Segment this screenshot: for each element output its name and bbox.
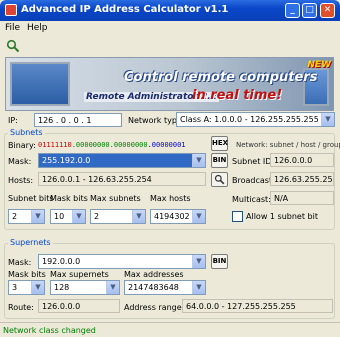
banner-new-badge: NEW (307, 60, 331, 70)
max-addresses-value: 2147483648 (128, 283, 179, 292)
address-range-field: 64.0.0.0 - 127.255.255.255 (182, 299, 333, 313)
status-bar: Network class changed (0, 322, 340, 337)
hex-button[interactable]: HEX (211, 136, 228, 151)
subnet-bits-value: 2 (12, 212, 18, 221)
supernet-mask-bits-label: Mask bits (8, 270, 46, 279)
allow-one-subnet-bit-label: Allow 1 subnet bit (246, 212, 318, 221)
mask-bits-label: Mask bits (50, 194, 88, 203)
menu-file[interactable]: File (5, 23, 20, 33)
supernet-mask-bits-value: 3 (12, 283, 18, 292)
max-hosts-select[interactable]: 4194302 ▼ (150, 209, 206, 224)
bin-button[interactable]: BIN (211, 153, 228, 168)
binary-label: Binary: (8, 141, 36, 150)
toolbar (0, 36, 340, 56)
route-label: Route: (8, 303, 34, 312)
subnet-id-field: 126.0.0.0 (270, 153, 334, 167)
network-legend: Network: subnet / host / group (236, 141, 340, 149)
close-button[interactable]: ✕ (320, 3, 335, 18)
search-icon[interactable] (6, 39, 20, 53)
max-addresses-select[interactable]: 2147483648 ▼ (124, 280, 206, 295)
network-type-select[interactable]: Class A: 1.0.0.0 - 126.255.255.255 ▼ (176, 112, 335, 127)
chevron-down-icon[interactable]: ▼ (31, 281, 44, 294)
network-type-value: Class A: 1.0.0.0 - 126.255.255.255 (180, 115, 319, 124)
chevron-down-icon[interactable]: ▼ (192, 154, 205, 167)
chevron-down-icon[interactable]: ▼ (321, 113, 334, 126)
banner-tagline: in real time! (192, 88, 283, 103)
max-subnets-label: Max subnets (90, 194, 141, 203)
supernet-mask-label: Mask: (8, 258, 32, 267)
ip-label: IP: (8, 116, 18, 125)
subnet-bits-label: Subnet bits (8, 194, 54, 203)
title-bar[interactable]: Advanced IP Address Calculator v1.1 _ □ … (0, 0, 340, 21)
search-button[interactable] (211, 172, 228, 187)
max-subnets-value: 2 (94, 212, 100, 221)
window-title: Advanced IP Address Calculator v1.1 (21, 4, 229, 15)
binary-value: 01111110.00000000.00000000.00000001 (38, 141, 186, 149)
chevron-down-icon[interactable]: ▼ (31, 210, 44, 223)
address-range-label: Address range: (124, 303, 185, 312)
max-hosts-value: 4194302 (154, 212, 190, 221)
subnets-title: Subnets (8, 128, 45, 137)
max-addresses-label: Max addresses (124, 270, 184, 279)
subnet-mask-label: Mask: (8, 157, 32, 166)
max-supernets-select[interactable]: 128 ▼ (50, 280, 120, 295)
chevron-down-icon[interactable]: ▼ (132, 210, 145, 223)
subnet-mask-select[interactable]: 255.192.0.0 ▼ (38, 153, 206, 168)
supernet-mask-bits-select[interactable]: 3 ▼ (8, 280, 45, 295)
hosts-label: Hosts: (8, 176, 34, 185)
minimize-button[interactable]: _ (285, 3, 300, 18)
subnet-bits-select[interactable]: 2 ▼ (8, 209, 45, 224)
chevron-down-icon[interactable]: ▼ (192, 255, 205, 268)
allow-one-subnet-bit-checkbox[interactable] (232, 211, 243, 222)
monitor-image (10, 62, 70, 106)
mask-bits-value: 10 (54, 212, 65, 221)
hosts-field: 126.0.0.1 - 126.63.255.254 (38, 172, 206, 186)
supernet-bin-button[interactable]: BIN (211, 254, 228, 269)
app-icon (5, 4, 17, 16)
subnet-id-label: Subnet ID: (232, 157, 275, 166)
subnet-mask-value: 255.192.0.0 (42, 156, 91, 165)
max-hosts-label: Max hosts (150, 194, 191, 203)
advertisement-banner[interactable]: Control remote computers Remote Administ… (5, 57, 334, 111)
ip-address-input[interactable]: 126 . 0 . 0 . 1 (34, 113, 122, 127)
supernet-mask-value: 192.0.0.0 (42, 257, 81, 266)
multicast-field: N/A (270, 191, 334, 205)
banner-headline: Control remote computers (124, 70, 318, 85)
chevron-down-icon[interactable]: ▼ (192, 281, 205, 294)
chevron-down-icon[interactable]: ▼ (192, 210, 205, 223)
magnifier-icon (214, 174, 225, 185)
supernet-mask-select[interactable]: 192.0.0.0 ▼ (38, 254, 206, 269)
route-field: 126.0.0.0 (38, 299, 120, 313)
supernets-title: Supernets (8, 238, 53, 247)
status-text: Network class changed (3, 326, 96, 335)
max-supernets-label: Max supernets (50, 270, 109, 279)
menu-help[interactable]: Help (27, 23, 48, 33)
max-subnets-select[interactable]: 2 ▼ (90, 209, 146, 224)
broadcast-field: 126.63.255.255 (270, 172, 334, 186)
mask-bits-select[interactable]: 10 ▼ (50, 209, 86, 224)
chevron-down-icon[interactable]: ▼ (106, 281, 119, 294)
chevron-down-icon[interactable]: ▼ (72, 210, 85, 223)
broadcast-label: Broadcast: (232, 176, 275, 185)
max-supernets-value: 128 (54, 283, 70, 292)
menu-bar: File Help (0, 21, 340, 36)
multicast-label: Multicast: (232, 195, 271, 204)
maximize-button[interactable]: □ (302, 3, 317, 18)
